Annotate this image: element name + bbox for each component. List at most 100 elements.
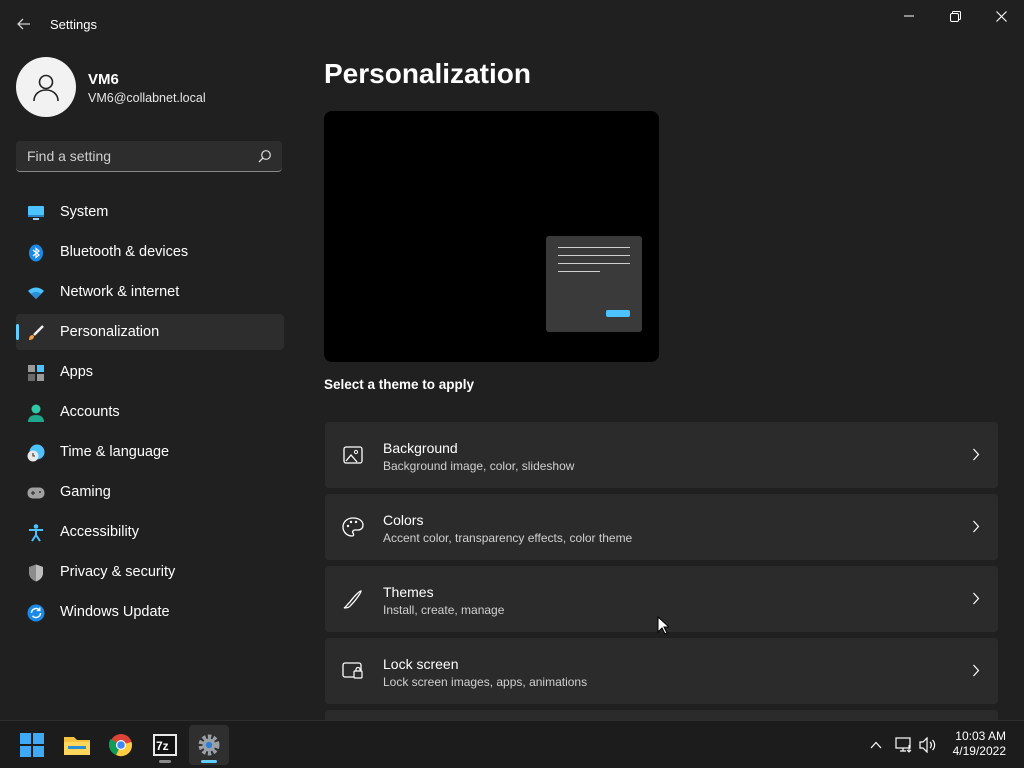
update-icon	[27, 604, 45, 622]
title-bar: Settings	[0, 0, 1024, 48]
settings-icon	[198, 734, 220, 756]
chevron-right-icon	[973, 520, 980, 533]
close-button[interactable]	[978, 0, 1024, 32]
sidebar-item-label: Windows Update	[60, 604, 170, 620]
sidebar-item-apps[interactable]: Apps	[16, 354, 284, 390]
search-box[interactable]	[16, 141, 282, 172]
brush-icon	[27, 324, 45, 342]
palette-icon	[342, 516, 364, 538]
volume-tray-button[interactable]	[918, 735, 938, 755]
clock-time: 10:03 AM	[955, 729, 1006, 743]
monitor-icon	[27, 204, 45, 222]
card-lock-screen[interactable]: Lock screen Lock screen images, apps, an…	[325, 638, 998, 704]
back-button[interactable]	[12, 10, 36, 38]
sidebar-item-privacy[interactable]: Privacy & security	[16, 554, 284, 590]
card-title: Lock screen	[383, 656, 459, 672]
minimize-button[interactable]	[886, 0, 932, 32]
show-hidden-icons-button[interactable]	[866, 735, 886, 755]
card-title: Colors	[383, 512, 424, 528]
7zip-button[interactable]: 7z	[145, 725, 185, 765]
sidebar-item-bluetooth[interactable]: Bluetooth & devices	[16, 234, 284, 270]
sidebar-item-system[interactable]: System	[16, 194, 284, 230]
chevron-right-icon	[973, 664, 980, 677]
sidebar-item-label: Bluetooth & devices	[60, 244, 189, 260]
clock-globe-icon	[27, 444, 45, 462]
windows-start-icon	[20, 733, 44, 757]
chevron-up-icon	[870, 741, 882, 749]
card-subtitle: Lock screen images, apps, animations	[383, 675, 588, 689]
preview-window	[546, 236, 642, 332]
card-partially-visible[interactable]	[325, 710, 998, 720]
lock-screen-icon	[342, 660, 364, 682]
sidebar-item-label: System	[60, 204, 109, 220]
card-subtitle: Accent color, transparency effects, colo…	[383, 531, 633, 545]
bluetooth-icon	[27, 244, 45, 262]
search-icon[interactable]	[258, 149, 272, 163]
minimize-icon	[904, 15, 914, 17]
7zip-icon: 7z	[153, 734, 177, 756]
taskbar: 7z 10:03 AM 4/19/2022	[0, 720, 1024, 768]
theme-preview	[324, 111, 659, 362]
preview-accent-button	[606, 310, 630, 317]
clock-date: 4/19/2022	[952, 744, 1006, 758]
sidebar-item-label: Accounts	[60, 404, 120, 420]
start-button[interactable]	[12, 725, 52, 765]
volume-icon	[919, 737, 936, 753]
network-icon	[895, 737, 912, 753]
user-profile[interactable]: VM6 VM6@collabnet.local	[16, 57, 286, 117]
sidebar-item-label: Gaming	[60, 484, 111, 500]
shield-icon	[27, 564, 45, 582]
mouse-cursor-icon	[657, 616, 669, 635]
running-indicator	[159, 760, 171, 763]
sidebar-item-time-language[interactable]: Time & language	[16, 434, 284, 470]
restore-button[interactable]	[932, 0, 978, 32]
restore-icon	[949, 10, 961, 22]
svg-text:7z: 7z	[156, 739, 169, 753]
settings-cards: Background Background image, color, slid…	[325, 422, 998, 710]
avatar	[16, 57, 76, 117]
sidebar-item-label: Privacy & security	[60, 564, 176, 580]
sidebar-item-label: Accessibility	[60, 524, 139, 540]
sidebar-item-label: Network & internet	[60, 284, 180, 300]
sidebar-item-gaming[interactable]: Gaming	[16, 474, 284, 510]
card-subtitle: Background image, color, slideshow	[383, 459, 575, 473]
accessibility-icon	[27, 524, 45, 542]
apps-icon	[27, 364, 45, 382]
sidebar-nav: System Bluetooth & devices Network & int…	[16, 194, 284, 634]
gamepad-icon	[27, 484, 45, 502]
sidebar-item-personalization[interactable]: Personalization	[16, 314, 284, 350]
file-explorer-button[interactable]	[57, 725, 97, 765]
accounts-icon	[27, 404, 45, 422]
card-title: Themes	[383, 584, 434, 600]
user-email: VM6@collabnet.local	[88, 91, 206, 105]
sidebar-item-windows-update[interactable]: Windows Update	[16, 594, 284, 630]
system-clock[interactable]: 10:03 AM 4/19/2022	[953, 729, 1006, 759]
settings-button[interactable]	[189, 725, 229, 765]
close-icon	[995, 10, 1007, 22]
search-input[interactable]	[16, 141, 246, 171]
chrome-icon	[109, 734, 132, 757]
sidebar-item-accounts[interactable]: Accounts	[16, 394, 284, 430]
page-title: Personalization	[324, 58, 531, 89]
active-indicator	[201, 760, 217, 763]
chrome-button[interactable]	[101, 725, 141, 765]
pen-icon	[342, 588, 364, 610]
card-title: Background	[383, 440, 458, 456]
sidebar-item-label: Time & language	[60, 444, 170, 460]
card-background[interactable]: Background Background image, color, slid…	[325, 422, 998, 488]
wifi-icon	[27, 284, 45, 302]
back-arrow-icon	[17, 18, 30, 30]
user-icon	[33, 74, 59, 102]
image-icon	[342, 444, 364, 466]
theme-section-label: Select a theme to apply	[324, 377, 475, 392]
network-tray-button[interactable]	[894, 735, 914, 755]
sidebar-item-label: Personalization	[60, 324, 160, 340]
app-title: Settings	[50, 17, 97, 32]
chevron-right-icon	[973, 448, 980, 461]
chevron-right-icon	[973, 592, 980, 605]
card-subtitle: Install, create, manage	[383, 603, 505, 617]
card-colors[interactable]: Colors Accent color, transparency effect…	[325, 494, 998, 560]
sidebar-item-network[interactable]: Network & internet	[16, 274, 284, 310]
sidebar-item-accessibility[interactable]: Accessibility	[16, 514, 284, 550]
user-name: VM6	[88, 71, 119, 88]
